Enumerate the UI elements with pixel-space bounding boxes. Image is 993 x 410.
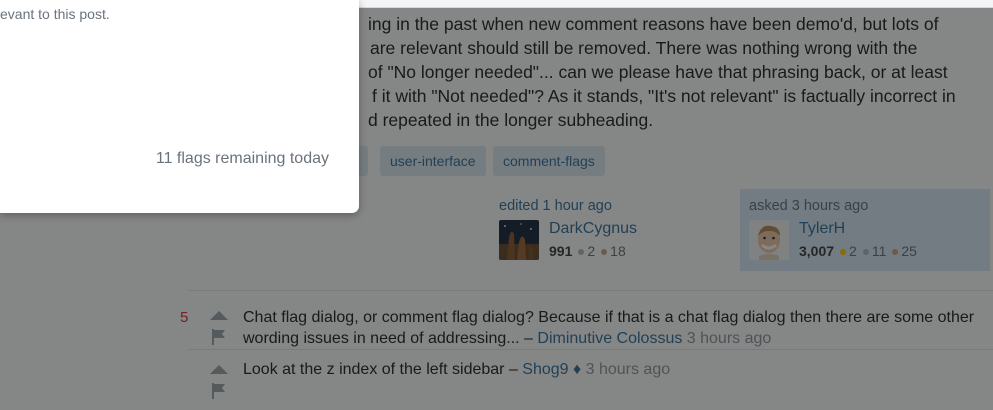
flag-dialog-clipped-text: evant to this post. (0, 6, 110, 22)
flags-remaining-text: 11 flags remaining today (155, 150, 329, 167)
flag-dialog: evant to this post. 11 flags remaining t… (0, 0, 359, 213)
